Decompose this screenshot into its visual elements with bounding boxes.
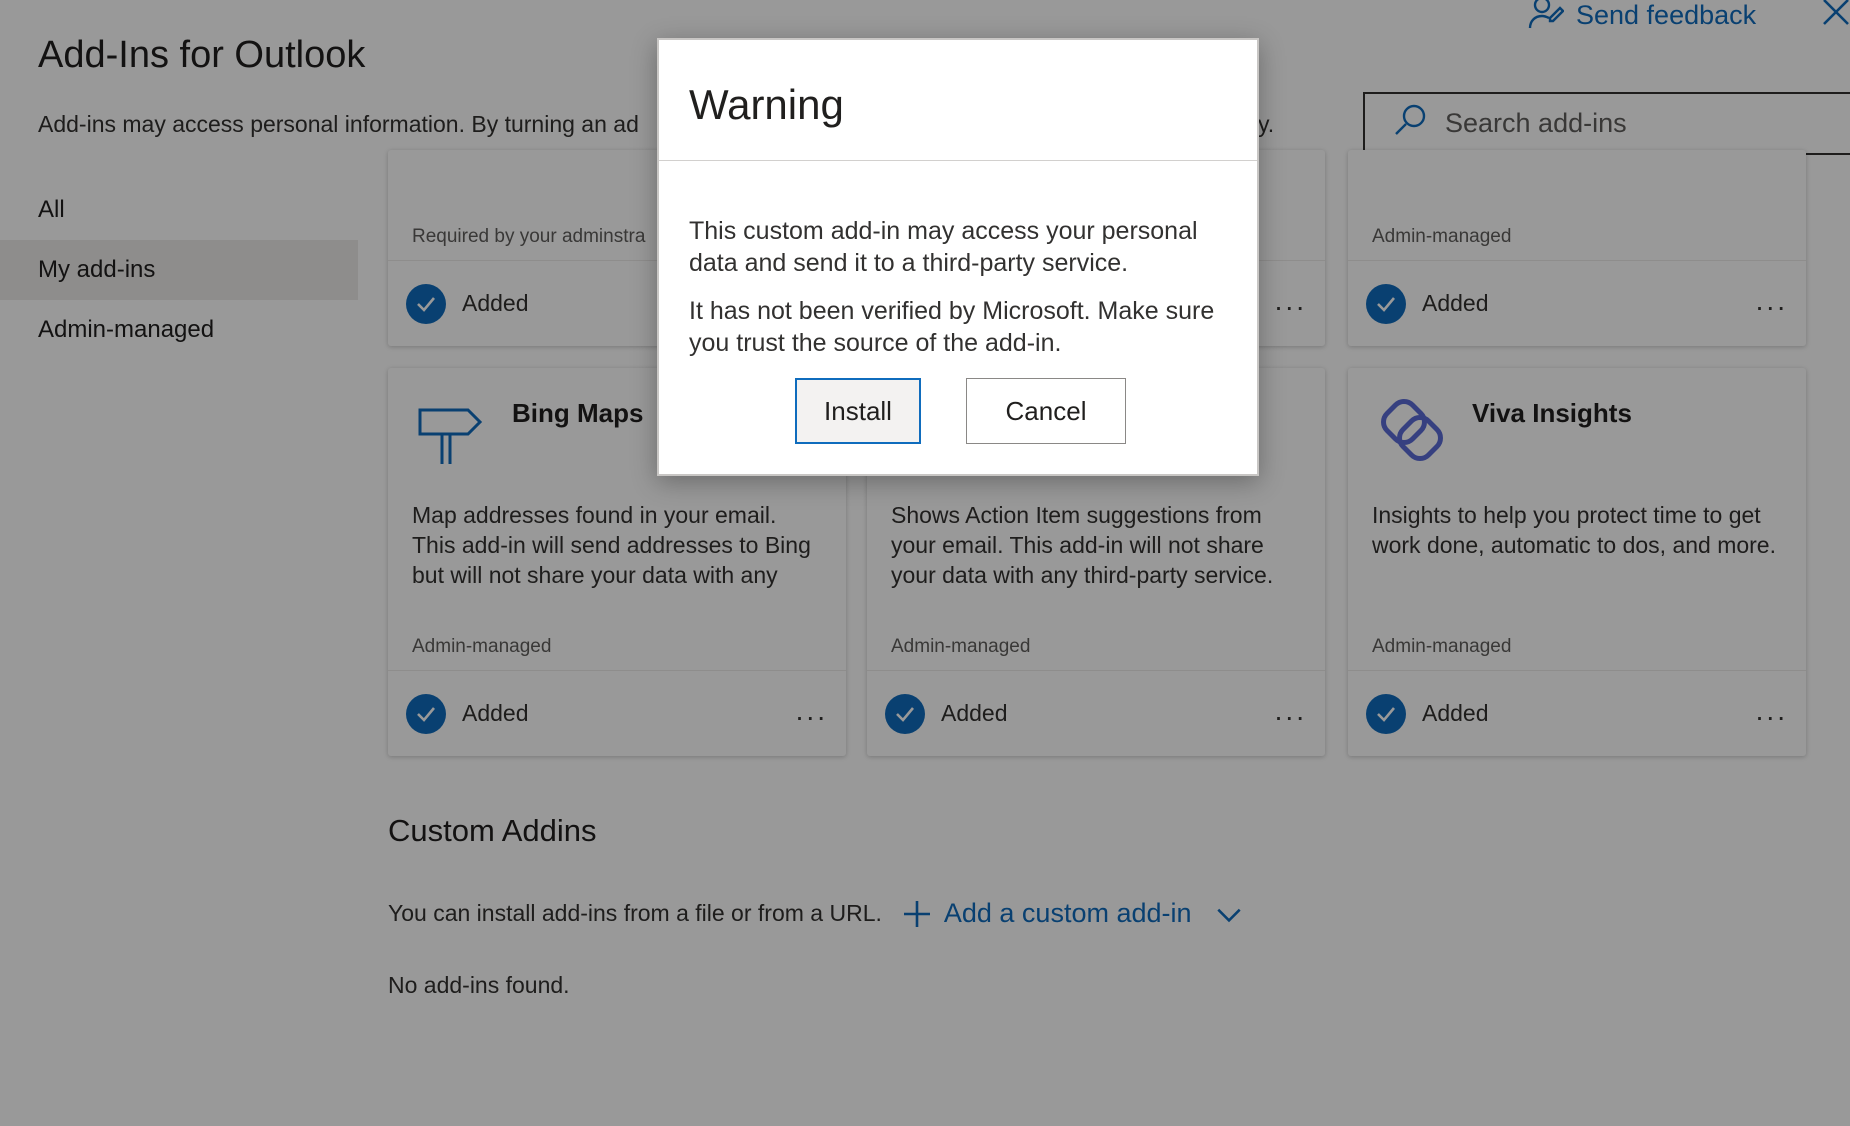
dialog-title: Warning [689,81,844,128]
warning-dialog: Warning This custom add-in may access yo… [657,38,1259,476]
install-button[interactable]: Install [795,378,921,444]
cancel-button[interactable]: Cancel [966,378,1126,444]
dialog-verification-note: It has not been verified by Microsoft. M… [689,297,1215,357]
dialog-divider [659,160,1257,161]
dialog-message: This custom add-in may access your perso… [689,217,1198,277]
